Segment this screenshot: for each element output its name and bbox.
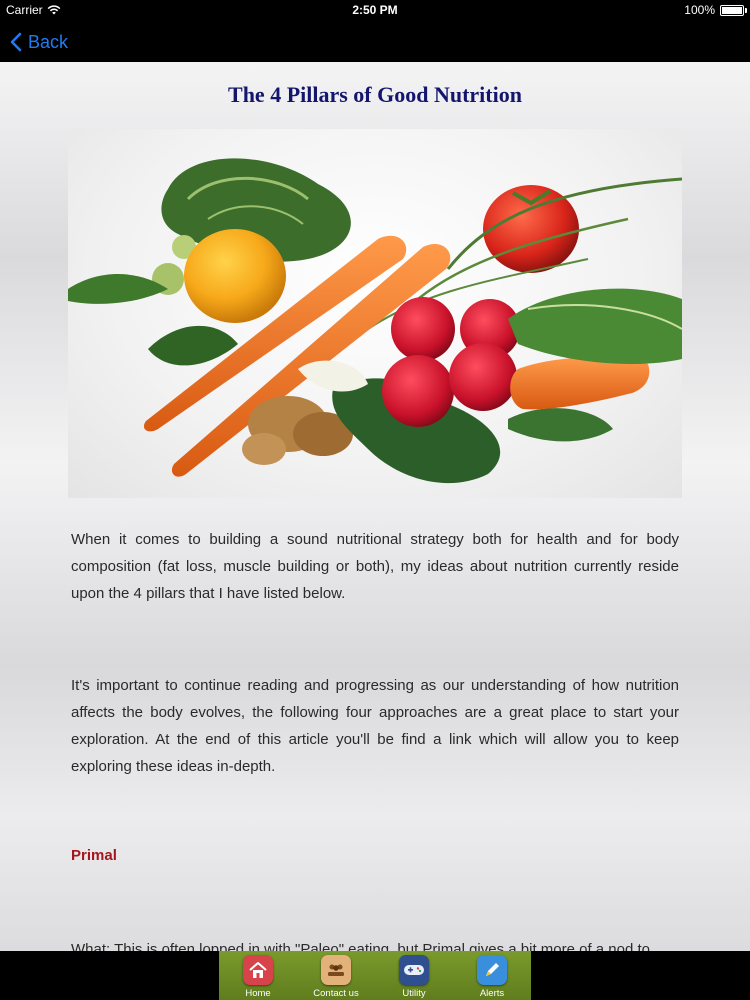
exploration-paragraph: It's important to continue reading and p… xyxy=(71,677,679,775)
tab-utility[interactable]: Utility xyxy=(375,951,453,1000)
intro-paragraph: When it comes to building a sound nutrit… xyxy=(71,531,679,602)
article-content[interactable]: The 4 Pillars of Good Nutrition When it … xyxy=(0,62,750,951)
back-button[interactable]: Back xyxy=(10,28,68,56)
tab-bar: Home Contact us Utility Alerts xyxy=(0,951,750,1000)
vegetables-photo xyxy=(68,129,682,498)
home-icon xyxy=(243,955,273,985)
tab-utility-label: Utility xyxy=(402,988,426,999)
primal-paragraph: What: This is often lopped in with "Pale… xyxy=(71,941,651,951)
pen-icon xyxy=(477,955,507,985)
gamepad-icon xyxy=(399,955,429,985)
battery-indicator: 100% xyxy=(684,3,747,17)
tab-home-label: Home xyxy=(245,988,271,999)
status-time: 2:50 PM xyxy=(352,3,398,17)
battery-fill xyxy=(722,6,742,14)
tab-home[interactable]: Home xyxy=(219,951,297,1000)
battery-icon xyxy=(720,4,747,16)
contact-icon xyxy=(321,955,351,985)
status-bar: Carrier 2:50 PM 100% xyxy=(0,0,750,22)
tab-contact-label: Contact us xyxy=(313,988,359,999)
chevron-left-icon xyxy=(10,32,22,52)
navigation-bar: Back xyxy=(0,22,750,62)
tab-alerts[interactable]: Alerts xyxy=(453,951,531,1000)
page-title: The 4 Pillars of Good Nutrition xyxy=(228,82,522,107)
tab-group: Home Contact us Utility Alerts xyxy=(219,951,531,1000)
tab-alerts-label: Alerts xyxy=(479,988,505,999)
section-heading-primal: Primal xyxy=(71,847,117,864)
tab-contact-us[interactable]: Contact us xyxy=(297,951,375,1000)
back-label: Back xyxy=(28,31,69,52)
battery-percent: 100% xyxy=(684,3,715,17)
